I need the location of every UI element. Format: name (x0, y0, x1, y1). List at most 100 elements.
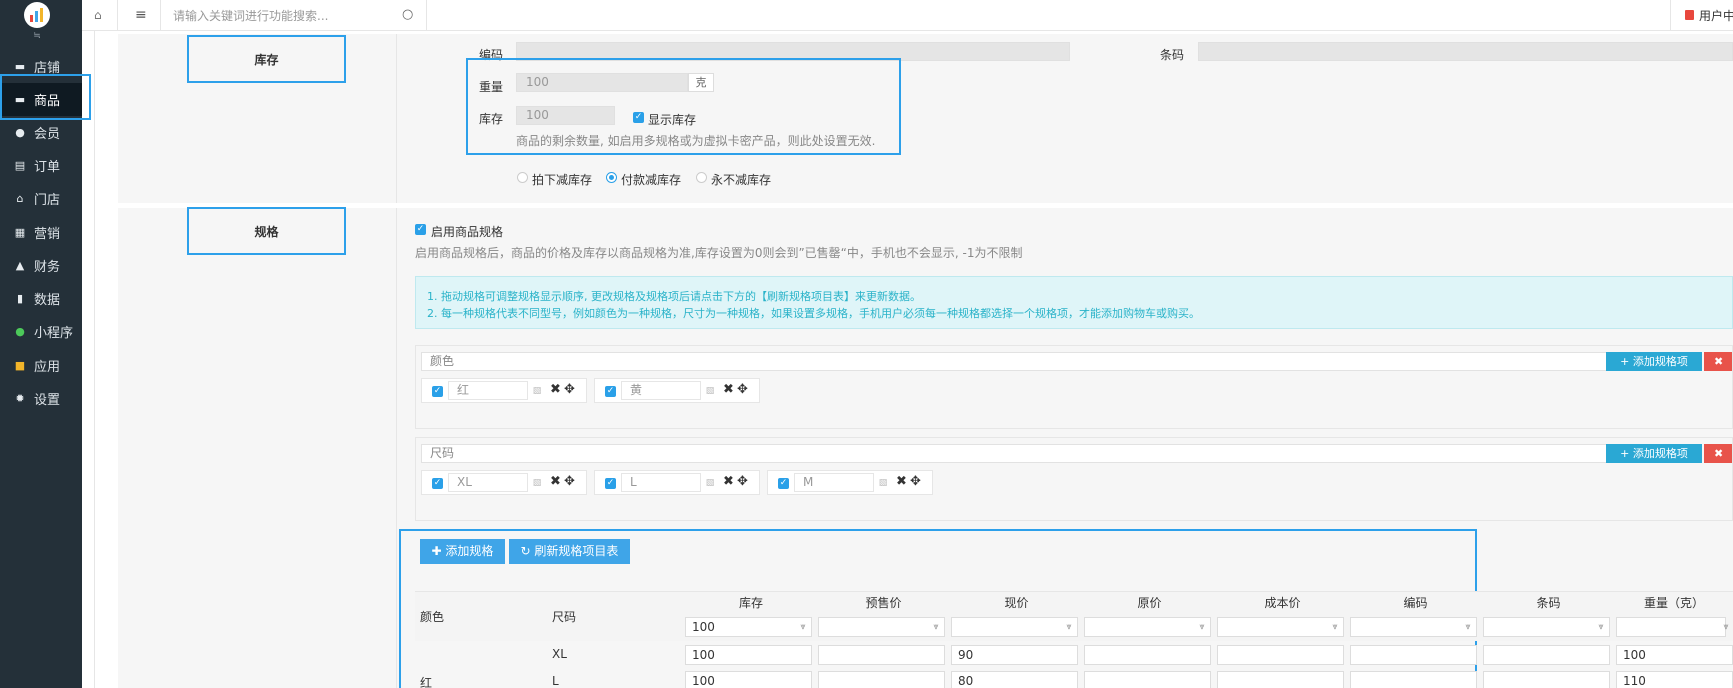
remove-icon[interactable]: ✖ (723, 382, 734, 397)
barcode-input[interactable] (1198, 42, 1733, 61)
move-icon[interactable]: ✥ (737, 382, 748, 397)
batch-weight-input[interactable] (1616, 617, 1726, 637)
sidebar-item-marketing[interactable]: ▦ 营销 (0, 216, 82, 249)
row-cost-input[interactable] (1217, 645, 1344, 665)
chevron-down-icon[interactable]: ⩔ (1328, 617, 1342, 637)
sidebar-item-order[interactable]: ▤ 订单 (0, 149, 82, 182)
remove-icon[interactable]: ✖ (723, 474, 734, 489)
row-code-input[interactable] (1350, 671, 1477, 688)
spec-item[interactable]: ✓ L ▧ ✖ ✥ (594, 470, 760, 495)
app-logo[interactable] (24, 2, 50, 28)
spec-item-checkbox[interactable]: ✓ (432, 478, 443, 489)
row-price-input[interactable]: 90 (951, 645, 1078, 665)
delete-spec-group-button[interactable]: ✖ (1704, 444, 1732, 463)
deduct-on-pay-radio[interactable] (606, 172, 617, 183)
sidebar-item-apps[interactable]: ■ 应用 (0, 349, 82, 382)
batch-code-input[interactable] (1350, 617, 1477, 637)
stock-input[interactable]: 100 (516, 106, 615, 125)
spec-item-input[interactable]: 红 (448, 381, 528, 400)
spec-group-color[interactable]: 颜色 + 添加规格项 ✖ ✓ 红 ▧ ✖ ✥ ✓ 黄 ▧ ✖ ✥ (415, 345, 1733, 429)
collapse-icon[interactable]: ≒ (30, 32, 44, 41)
batch-cost-input[interactable] (1217, 617, 1344, 637)
spec-item-input[interactable]: 黄 (621, 381, 701, 400)
row-original-input[interactable] (1084, 645, 1211, 665)
divider (1670, 0, 1671, 30)
menu-icon[interactable]: ≡ (135, 7, 147, 23)
batch-original-input[interactable] (1084, 617, 1211, 637)
remove-icon[interactable]: ✖ (550, 474, 561, 489)
row-cost-input[interactable] (1217, 671, 1344, 688)
row-presale-input[interactable] (818, 645, 945, 665)
move-icon[interactable]: ✥ (564, 382, 575, 397)
spec-item-checkbox[interactable]: ✓ (778, 478, 789, 489)
image-icon[interactable]: ▧ (528, 476, 546, 490)
spec-item-input[interactable]: XL (448, 473, 528, 492)
batch-price-input[interactable] (951, 617, 1078, 637)
sidebar-item-data[interactable]: ▮ 数据 (0, 282, 82, 315)
add-spec-item-button[interactable]: + 添加规格项 (1606, 444, 1702, 463)
weight-input[interactable]: 100 (516, 73, 688, 92)
row-presale-input[interactable] (818, 671, 945, 688)
home-icon[interactable]: ⌂ (94, 8, 102, 22)
move-icon[interactable]: ✥ (910, 474, 921, 489)
spec-group-size[interactable]: 尺码 + 添加规格项 ✖ ✓ XL ▧ ✖ ✥ ✓ L ▧ ✖ ✥ ✓ M ▧ … (415, 437, 1733, 521)
image-icon[interactable]: ▧ (701, 476, 719, 490)
chevron-down-icon[interactable]: ⩔ (1594, 617, 1608, 637)
header-color: 颜色 (420, 610, 445, 624)
sidebar-item-member[interactable]: ● 会员 (0, 116, 82, 149)
sidebar-item-shop[interactable]: ⌂ 门店 (0, 182, 82, 215)
spec-item[interactable]: ✓ XL ▧ ✖ ✥ (421, 470, 587, 495)
remove-icon[interactable]: ✖ (550, 382, 561, 397)
deduct-on-order-radio[interactable] (517, 172, 528, 183)
delete-spec-group-button[interactable]: ✖ (1704, 352, 1732, 371)
chevron-down-icon[interactable]: ⩔ (1195, 617, 1209, 637)
spec-group-name-input[interactable]: 颜色 (421, 352, 1612, 371)
chevron-down-icon[interactable]: ⩔ (1719, 617, 1733, 637)
enable-spec-checkbox[interactable]: ✓ (415, 224, 426, 235)
spec-item[interactable]: ✓ 黄 ▧ ✖ ✥ (594, 378, 760, 403)
search-input[interactable]: 请输入关键词进行功能搜索... (173, 7, 403, 24)
row-original-input[interactable] (1084, 671, 1211, 688)
batch-stock-input[interactable]: 100 (685, 617, 812, 637)
image-icon[interactable]: ▧ (701, 384, 719, 398)
add-spec-button[interactable]: ✚ 添加规格 (420, 539, 505, 564)
spec-item-input[interactable]: L (621, 473, 701, 492)
add-spec-item-button[interactable]: + 添加规格项 (1606, 352, 1702, 371)
remove-icon[interactable]: ✖ (896, 474, 907, 489)
row-weight-input[interactable]: 100 (1616, 645, 1733, 665)
spec-item-checkbox[interactable]: ✓ (432, 386, 443, 397)
batch-barcode-input[interactable] (1483, 617, 1610, 637)
show-stock-checkbox[interactable]: ✓ (633, 112, 644, 123)
spec-item-input[interactable]: M (794, 473, 874, 492)
row-weight-input[interactable]: 110 (1616, 671, 1733, 688)
batch-presale-input[interactable] (818, 617, 945, 637)
chevron-down-icon[interactable]: ⩔ (796, 617, 810, 637)
search-icon[interactable]: ○ (402, 7, 413, 22)
row-code-input[interactable] (1350, 645, 1477, 665)
move-icon[interactable]: ✥ (564, 474, 575, 489)
never-deduct-radio[interactable] (696, 172, 707, 183)
chevron-down-icon[interactable]: ⩔ (1461, 617, 1475, 637)
move-icon[interactable]: ✥ (737, 474, 748, 489)
chevron-down-icon[interactable]: ⩔ (1062, 617, 1076, 637)
sidebar-item-miniprogram[interactable]: ● 小程序 (0, 315, 82, 348)
user-menu[interactable]: 用户中 (1699, 7, 1733, 24)
order-icon: ▤ (14, 159, 26, 172)
spec-item-checkbox[interactable]: ✓ (605, 478, 616, 489)
row-barcode-input[interactable] (1483, 671, 1610, 688)
divider (426, 0, 427, 30)
image-icon[interactable]: ▧ (874, 476, 892, 490)
row-stock-input[interactable]: 100 (685, 645, 812, 665)
spec-item[interactable]: ✓ M ▧ ✖ ✥ (767, 470, 933, 495)
sidebar-item-settings[interactable]: ✹ 设置 (0, 382, 82, 415)
row-barcode-input[interactable] (1483, 645, 1610, 665)
spec-item-checkbox[interactable]: ✓ (605, 386, 616, 397)
spec-item[interactable]: ✓ 红 ▧ ✖ ✥ (421, 378, 587, 403)
spec-group-name-input[interactable]: 尺码 (421, 444, 1612, 463)
sidebar-item-finance[interactable]: ▲ 财务 (0, 249, 82, 282)
image-icon[interactable]: ▧ (528, 384, 546, 398)
row-stock-input[interactable]: 100 (685, 671, 812, 688)
chevron-down-icon[interactable]: ⩔ (929, 617, 943, 637)
row-price-input[interactable]: 80 (951, 671, 1078, 688)
refresh-spec-table-button[interactable]: ↻ 刷新规格项目表 (509, 539, 630, 564)
